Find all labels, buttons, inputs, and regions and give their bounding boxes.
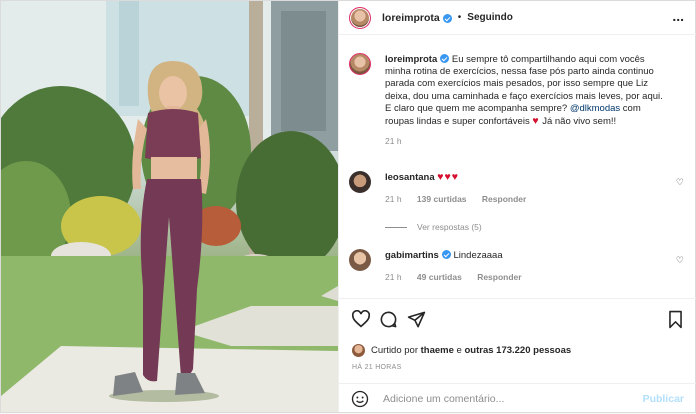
following-button[interactable]: Seguindo (467, 12, 513, 23)
publish-button[interactable]: Publicar (643, 393, 684, 405)
comment-meta: 21 h 49 curtidas Responder (385, 271, 535, 283)
caption-meta: 21 h (385, 135, 665, 147)
reply-button[interactable]: Responder (477, 272, 521, 282)
hearts-emoji-icon: ♥♥♥ (437, 171, 459, 183)
heart-emoji-icon: ♥ (532, 115, 540, 128)
avatar[interactable] (349, 6, 371, 29)
post-sidebar: loreimprota • Seguindo ... loreimprota E… (338, 1, 696, 414)
more-icon[interactable]: ... (672, 8, 684, 24)
post-actions: Curtido por thaeme e outras 173.220 pess… (339, 298, 696, 414)
likes-middle: e (456, 345, 462, 356)
comment-body: leosantana ♥♥♥ 21 h 139 curtidas Respond… (385, 171, 539, 205)
comment-username[interactable]: leosantana (385, 172, 435, 183)
comment-time: 21 h (385, 272, 402, 283)
header-username[interactable]: loreimprota (382, 12, 440, 24)
comment-icon[interactable] (379, 310, 398, 329)
view-replies[interactable]: Ver respostas (5) (385, 222, 482, 232)
comment-avatar[interactable] (349, 171, 371, 193)
reply-button[interactable]: Responder (482, 194, 526, 204)
likes-count[interactable]: outras 173.220 pessoas (464, 345, 571, 356)
smile-icon[interactable] (351, 390, 369, 408)
comment-avatar[interactable] (349, 249, 371, 271)
comment: gabimartins Lindezaaaa 21 h 49 curtidas … (349, 249, 685, 283)
comment-likes[interactable]: 139 curtidas (417, 194, 467, 204)
verified-icon (442, 14, 452, 23)
instagram-post: loreimprota • Seguindo ... loreimprota E… (0, 0, 696, 413)
add-comment-bar: Adicione um comentário... Publicar (339, 383, 696, 413)
verified-icon (440, 54, 450, 63)
comment-body: gabimartins Lindezaaaa 21 h 49 curtidas … (385, 249, 535, 283)
caption: loreimprota Eu sempre tô compartilhando … (349, 53, 685, 147)
likes-prefix: Curtido por (371, 345, 418, 356)
like-comment-icon[interactable]: ♡ (676, 177, 684, 188)
liker-avatar[interactable] (352, 344, 365, 357)
share-icon[interactable] (407, 310, 426, 329)
save-icon[interactable] (667, 310, 684, 329)
comment-likes[interactable]: 49 curtidas (417, 272, 462, 282)
comment-username[interactable]: gabimartins (385, 250, 439, 261)
like-comment-icon[interactable]: ♡ (676, 255, 684, 266)
caption-body: loreimprota Eu sempre tô compartilhando … (385, 53, 665, 147)
comment-time: 21 h (385, 194, 402, 205)
comment-meta: 21 h 139 curtidas Responder (385, 193, 539, 205)
comment-input[interactable]: Adicione um comentário... (383, 393, 643, 405)
caption-username[interactable]: loreimprota (385, 54, 437, 65)
likes-summary: Curtido por thaeme e outras 173.220 pess… (352, 344, 571, 357)
mention-link[interactable]: @dlkmodas (570, 103, 620, 114)
verified-icon (441, 250, 451, 259)
caption-avatar[interactable] (349, 53, 371, 75)
heart-icon[interactable] (351, 310, 371, 328)
post-time[interactable]: HÁ 21 HORAS (352, 364, 402, 371)
liker-username[interactable]: thaeme (421, 345, 454, 356)
comment-text: Lindezaaaa (453, 250, 503, 261)
photo-illustration (1, 1, 338, 412)
post-header: loreimprota • Seguindo ... (339, 1, 696, 35)
caption-time: 21 h (385, 136, 402, 147)
caption-text-2: E claro que quem me acompanha sempre? (385, 102, 568, 114)
comment: leosantana ♥♥♥ 21 h 139 curtidas Respond… (349, 171, 685, 205)
caption-text-4: Já não vivo sem!! (542, 116, 617, 128)
post-photo[interactable] (1, 1, 338, 412)
separator: • (457, 12, 462, 23)
